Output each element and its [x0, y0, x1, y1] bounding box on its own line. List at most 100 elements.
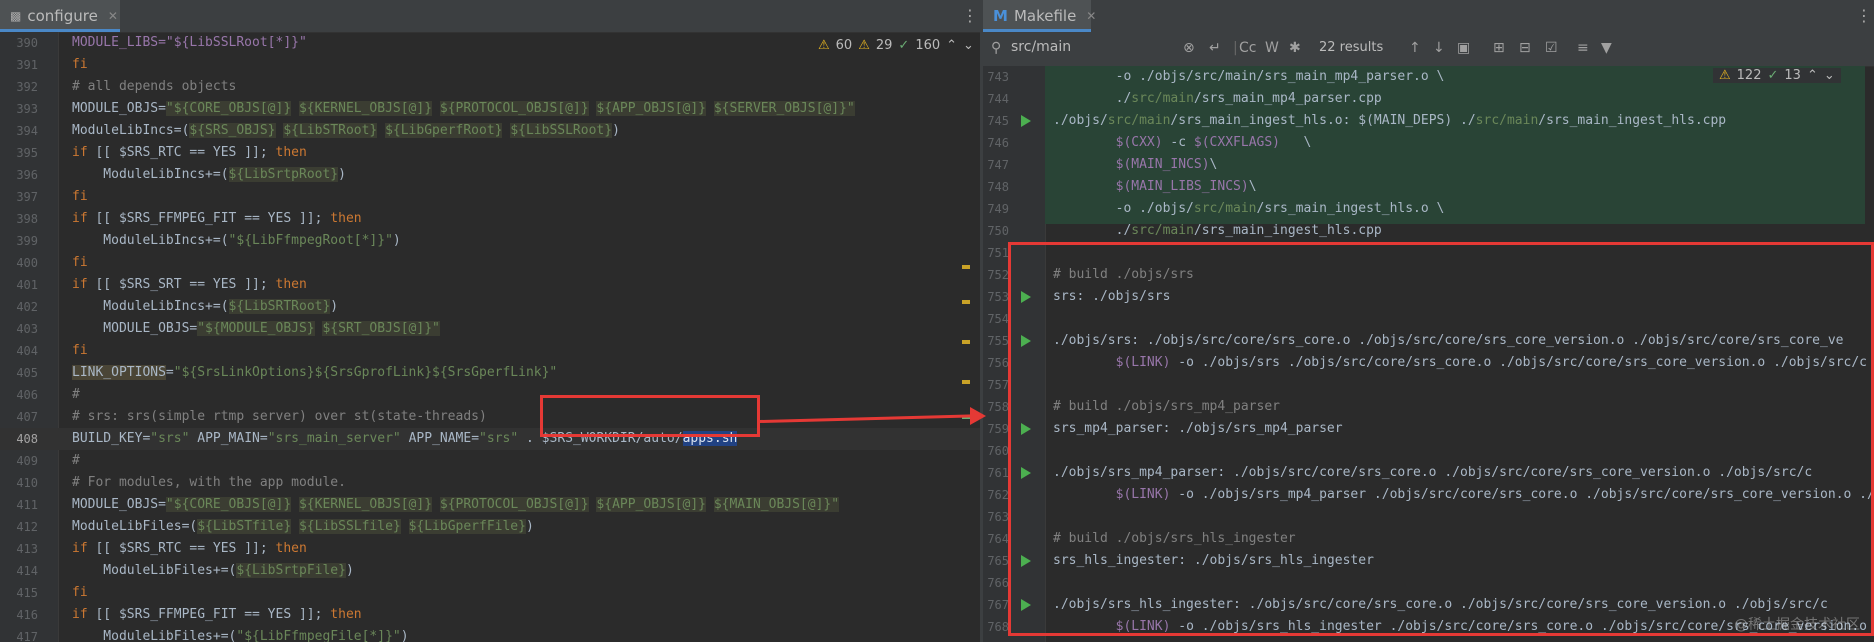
line-number: 397	[16, 190, 38, 204]
line-number: 758	[987, 400, 1009, 414]
code-line[interactable]: if [[ $SRS_RTC == YES ]]; then	[72, 142, 307, 164]
code-line[interactable]: ./objs/src/main/srs_main_ingest_hls.o: $…	[1053, 110, 1726, 132]
code-line[interactable]: MODULE_LIBS="${LibSSLRoot[*]}"	[72, 32, 307, 54]
code-line[interactable]: $(MAIN_LIBS_INCS)\	[1053, 176, 1257, 198]
code-line[interactable]: LINK_OPTIONS="${SrsLinkOptions}${SrsGpro…	[72, 362, 557, 384]
line-number: 749	[987, 202, 1009, 216]
warning-count: 122	[1736, 68, 1762, 83]
close-icon[interactable]: ✕	[1086, 9, 1096, 23]
code-line[interactable]: ModuleLibFiles+=(${LibSrtpFile})	[72, 560, 354, 582]
line-number: 400	[16, 256, 38, 270]
code-line[interactable]: #	[72, 384, 80, 406]
code-line[interactable]: if [[ $SRS_FFMPEG_FIT == YES ]]; then	[72, 604, 362, 626]
inspection-widget[interactable]: ⚠ 60 ⚠ 29 ✓ 160 ⌃ ⌄	[818, 38, 974, 53]
whole-words-toggle[interactable]: W	[1265, 40, 1279, 56]
chevron-down-icon[interactable]: ⌄	[1824, 68, 1835, 83]
inspection-widget[interactable]: ⚠ 122 ✓ 13 ⌃ ⌄	[1713, 68, 1841, 83]
search-input[interactable]: src/main	[1011, 39, 1071, 55]
code-line[interactable]: ModuleLibIncs+=(${LibSRTRoot})	[72, 296, 338, 318]
code-line[interactable]: ./src/main/srs_main_ingest_hls.cpp	[1053, 220, 1382, 242]
select-all-icon[interactable]: ☑	[1545, 40, 1558, 56]
code-line[interactable]: fi	[72, 54, 88, 76]
code-line[interactable]: -o ./objs/src/main/srs_main_mp4_parser.o…	[1053, 66, 1445, 88]
filter-icon[interactable]: ▼	[1601, 40, 1612, 56]
add-occurrence-icon[interactable]: ⊞	[1493, 40, 1505, 56]
line-number: 760	[987, 444, 1009, 458]
annotation-highlight-box	[540, 395, 760, 437]
search-icon[interactable]: ⚲	[991, 40, 1001, 56]
code-line[interactable]: if [[ $SRS_FFMPEG_FIT == YES ]]; then	[72, 208, 362, 230]
code-line[interactable]: ModuleLibIncs+=(${LibSrtpRoot})	[72, 164, 346, 186]
arrow-up-icon[interactable]: ↑	[1409, 40, 1421, 56]
line-number: 756	[987, 356, 1009, 370]
more-options-icon[interactable]: ⋮	[1856, 6, 1872, 25]
code-line[interactable]: MODULE_OBJS="${MODULE_OBJS} ${SRT_OBJS[@…	[72, 318, 440, 340]
code-line[interactable]: fi	[72, 186, 88, 208]
code-line[interactable]: # For modules, with the app module.	[72, 472, 346, 494]
line-number: 748	[987, 180, 1009, 194]
tab-configure[interactable]: ▩ configure ✕	[0, 0, 120, 32]
code-line[interactable]: $(CXX) -c $(CXXFLAGS) \	[1053, 132, 1312, 154]
close-icon[interactable]: ✕	[108, 9, 118, 23]
tab-makefile[interactable]: M Makefile ✕	[983, 0, 1096, 32]
ok-count: 13	[1784, 68, 1801, 83]
filter-lines-icon[interactable]: ≡	[1577, 40, 1589, 56]
line-number: 417	[16, 630, 38, 642]
left-tab-bar: ▩ configure ✕ ⋮	[0, 0, 980, 33]
line-number: 390	[16, 36, 38, 50]
line-number: 761	[987, 466, 1009, 480]
remove-occurrence-icon[interactable]: ⊟	[1519, 40, 1531, 56]
new-line-icon[interactable]: ↵	[1209, 40, 1221, 56]
code-line[interactable]: # srs: srs(simple rtmp server) over st(s…	[72, 406, 487, 428]
line-number: 747	[987, 158, 1009, 172]
code-line[interactable]: MODULE_OBJS="${CORE_OBJS[@]} ${KERNEL_OB…	[72, 494, 840, 516]
code-line[interactable]: fi	[72, 252, 88, 274]
annotation-arrowhead	[970, 407, 986, 425]
weak-warning-count: 29	[875, 38, 893, 53]
line-number: 412	[16, 520, 38, 534]
code-line[interactable]: ModuleLibFiles+=("${LibFfmpegFile[*]}")	[72, 626, 408, 642]
code-line[interactable]: MODULE_OBJS="${CORE_OBJS[@]} ${KERNEL_OB…	[72, 98, 855, 120]
more-options-icon[interactable]: ⋮	[962, 6, 978, 25]
code-line[interactable]: if [[ $SRS_RTC == YES ]]; then	[72, 538, 307, 560]
match-case-toggle[interactable]: Cc	[1239, 40, 1256, 56]
code-line[interactable]: ModuleLibIncs=(${SRS_OBJS} ${LibSTRoot} …	[72, 120, 620, 142]
scroll-marker	[962, 380, 970, 384]
watermark: @稀土掘金技术社区	[1734, 617, 1860, 633]
code-line[interactable]: -o ./objs/src/main/srs_main_ingest_hls.o…	[1053, 198, 1445, 220]
regex-toggle-icon[interactable]: ✱	[1289, 40, 1301, 56]
code-line[interactable]: ModuleLibIncs+=("${LibFfmpegRoot[*]}")	[72, 230, 400, 252]
clear-icon[interactable]: ⊗	[1183, 40, 1195, 56]
typo-count: 160	[915, 38, 941, 53]
line-number: 391	[16, 58, 38, 72]
scroll-marker	[962, 300, 970, 304]
code-line[interactable]: $(MAIN_INCS)\	[1053, 154, 1218, 176]
code-line[interactable]: # all depends objects	[72, 76, 236, 98]
arrow-down-icon[interactable]: ↓	[1433, 40, 1445, 56]
code-line[interactable]: fi	[72, 340, 88, 362]
run-target-icon[interactable]	[1021, 115, 1031, 127]
line-number: 409	[16, 454, 38, 468]
code-line[interactable]: #	[72, 450, 80, 472]
tab-configure-label: configure	[27, 7, 98, 25]
line-number: 401	[16, 278, 38, 292]
find-bar: ⚲ src/main ⊗ ↵ | Cc W ✱ 22 results ↑ ↓ ▣…	[983, 32, 1874, 67]
code-line[interactable]: ./src/main/srs_main_mp4_parser.cpp	[1053, 88, 1382, 110]
line-number: 768	[987, 620, 1009, 634]
line-number: 411	[16, 498, 38, 512]
chevron-down-icon[interactable]: ⌄	[963, 38, 974, 53]
code-line[interactable]: if [[ $SRS_SRT == YES ]]; then	[72, 274, 307, 296]
code-line[interactable]: ModuleLibFiles=(${LibSTfile} ${LibSSLfil…	[72, 516, 534, 538]
line-number: 752	[987, 268, 1009, 282]
chevron-up-icon[interactable]: ⌃	[1807, 68, 1818, 83]
makefile-editor-pane[interactable]: M Makefile ✕ ⋮ ⚲ src/main ⊗ ↵ | Cc W ✱ 2…	[983, 0, 1874, 642]
configure-editor-pane[interactable]: ▩ configure ✕ ⋮ ⚠ 60 ⚠ 29 ✓ 160 ⌃ ⌄ 390 MODU…	[0, 0, 980, 642]
code-line[interactable]: fi	[72, 582, 88, 604]
chevron-up-icon[interactable]: ⌃	[946, 38, 957, 53]
line-number: 750	[987, 224, 1009, 238]
open-in-window-icon[interactable]: ▣	[1457, 40, 1470, 56]
line-number: 398	[16, 212, 38, 226]
warning-icon: ⚠	[818, 38, 830, 53]
line-number: 765	[987, 554, 1009, 568]
line-number: 406	[16, 388, 38, 402]
